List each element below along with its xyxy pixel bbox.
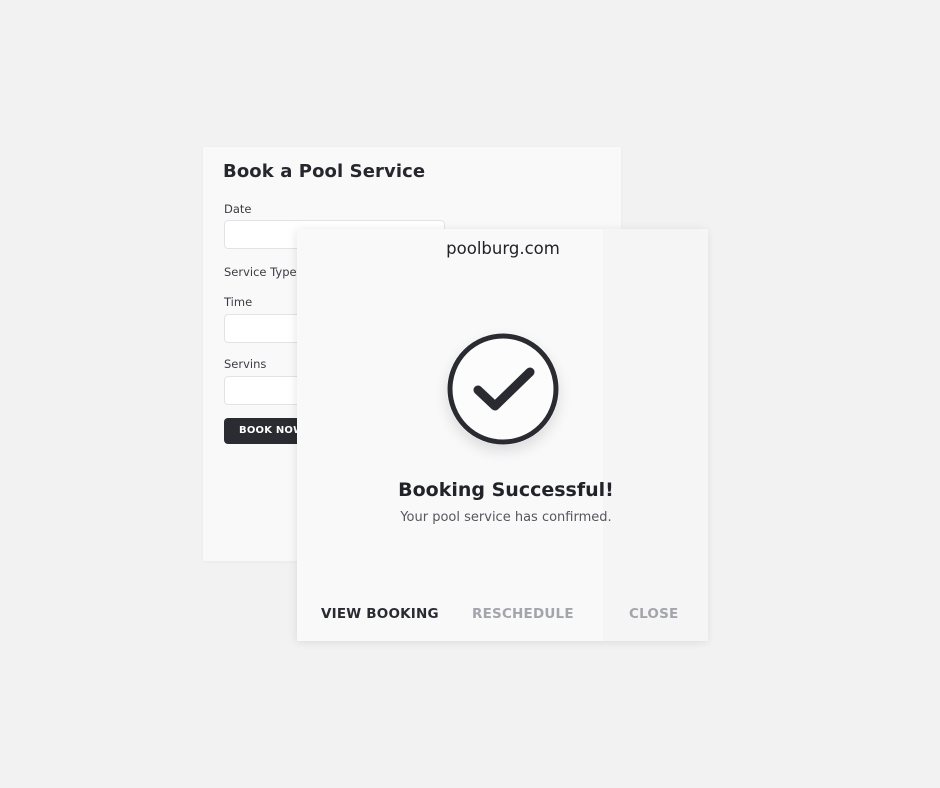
form-title: Book a Pool Service bbox=[223, 161, 426, 182]
success-message: Your pool service has confirmed. bbox=[400, 510, 612, 525]
booking-success-modal: poolburg.com Booking Successful! Your po… bbox=[297, 229, 708, 641]
success-title: Booking Successful! bbox=[398, 479, 614, 501]
date-label: Date bbox=[224, 202, 252, 216]
view-booking-button[interactable]: VIEW BOOKING bbox=[321, 606, 439, 622]
servins-label: Servins bbox=[224, 357, 267, 371]
reschedule-button[interactable]: RESCHEDULE bbox=[472, 606, 574, 622]
checkmark-circle-icon bbox=[447, 333, 559, 445]
site-domain: poolburg.com bbox=[446, 239, 560, 258]
close-button[interactable]: CLOSE bbox=[629, 606, 678, 622]
modal-side-panel bbox=[603, 229, 708, 641]
service-type-label: Service Type bbox=[224, 265, 297, 279]
time-label: Time bbox=[224, 295, 253, 309]
